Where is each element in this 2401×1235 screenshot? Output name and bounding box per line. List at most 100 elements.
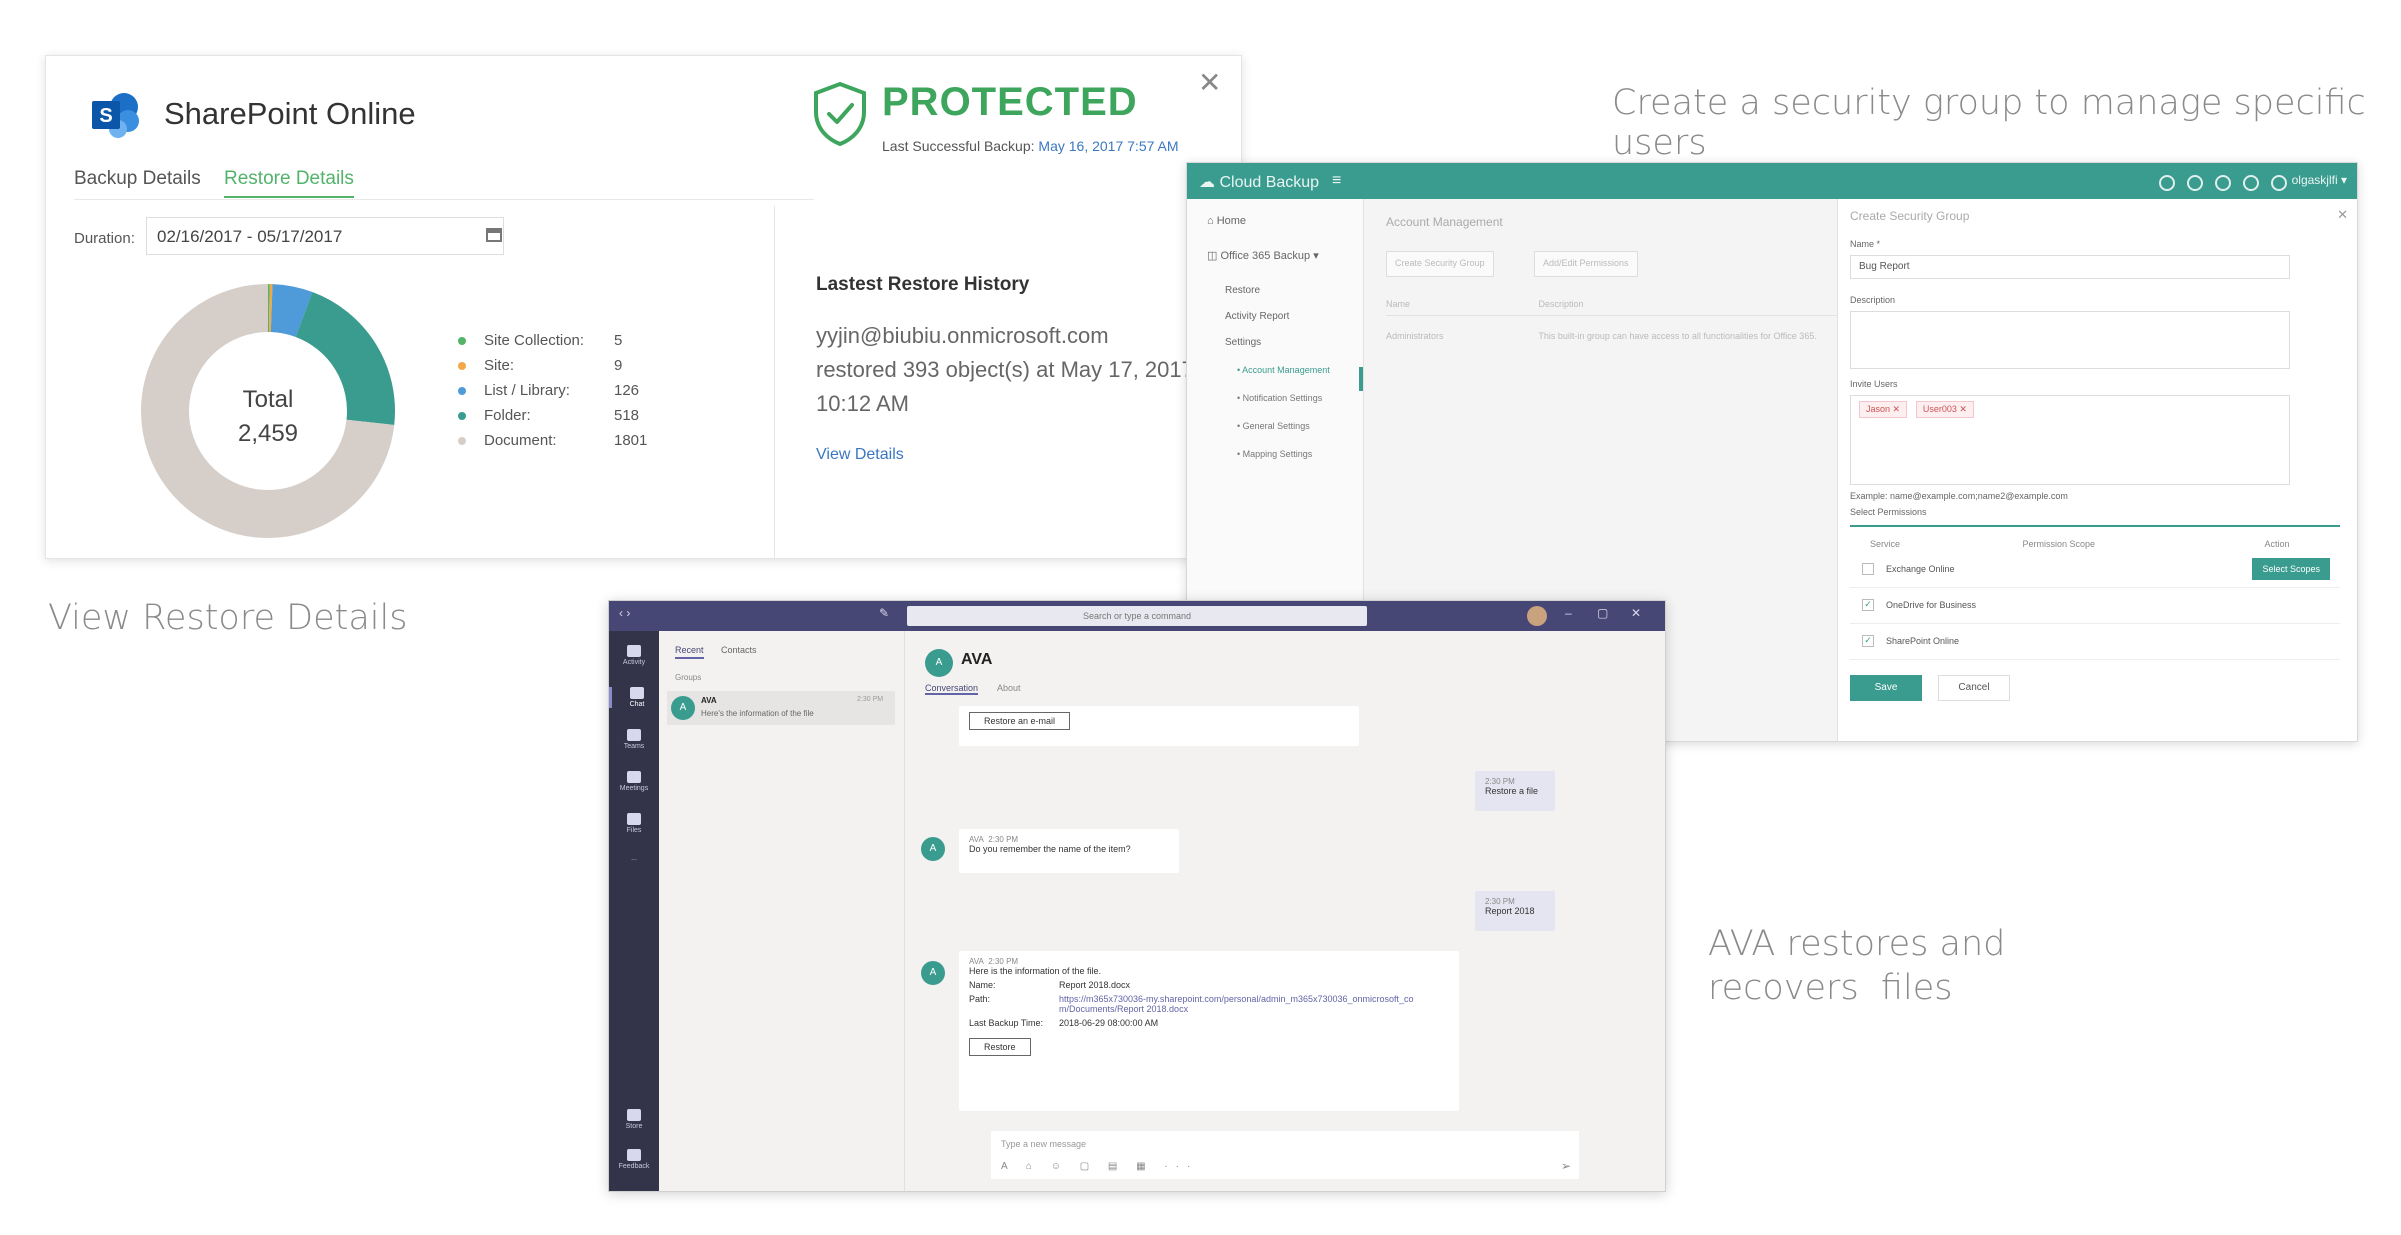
svg-text:S: S bbox=[99, 105, 112, 127]
create-group-button[interactable]: Create Security Group bbox=[1386, 251, 1494, 277]
invite-label: Invite Users bbox=[1850, 379, 1898, 389]
maximize-icon[interactable]: ▢ bbox=[1597, 606, 1608, 620]
brand[interactable]: ☁ Cloud Backup bbox=[1199, 172, 1319, 192]
message-text: Do you remember the name of the item? bbox=[969, 844, 1131, 854]
close-icon[interactable]: ✕ bbox=[2337, 207, 2348, 223]
tab-contacts[interactable]: Contacts bbox=[721, 645, 757, 655]
sidebar-item-settings[interactable]: Settings bbox=[1225, 337, 1261, 348]
rail-more[interactable]: ... bbox=[609, 855, 659, 862]
description-label: Description bbox=[1850, 295, 1896, 305]
info-key: Last Backup Time: bbox=[969, 1018, 1044, 1028]
tab-recent[interactable]: Recent bbox=[675, 645, 704, 659]
send-icon[interactable]: ➢ bbox=[1561, 1159, 1571, 1173]
rail-activity[interactable]: Activity bbox=[609, 645, 659, 666]
description-input[interactable] bbox=[1850, 311, 2290, 369]
bell-icon[interactable] bbox=[2243, 175, 2259, 191]
grid-icon[interactable] bbox=[2159, 175, 2175, 191]
duration-label: Duration: bbox=[74, 230, 135, 247]
info-key: Name: bbox=[969, 980, 996, 990]
gear-icon[interactable] bbox=[2187, 175, 2203, 191]
info-value: Report 2018.docx bbox=[1059, 980, 1131, 990]
tab-backup-details[interactable]: Backup Details bbox=[74, 168, 201, 196]
back-forward-icon[interactable]: ‹ › bbox=[619, 606, 630, 620]
user-chip[interactable]: User003 ✕ bbox=[1915, 401, 1974, 418]
sidebar-item-account-management[interactable]: • Account Management bbox=[1237, 365, 1330, 375]
compose-box[interactable]: Type a new message A ⌂ ☺ ▢ ▤ ▦ ··· ➢ bbox=[991, 1131, 1579, 1179]
cancel-button[interactable]: Cancel bbox=[1938, 675, 2010, 701]
last-backup: Last Successful Backup: May 16, 2017 7:5… bbox=[882, 138, 1179, 154]
column-service: Service bbox=[1870, 539, 1901, 549]
column-description: Description bbox=[1538, 299, 1584, 309]
avatar: A bbox=[925, 649, 953, 677]
rail-label: Meetings bbox=[619, 785, 649, 792]
legend-label: Site: bbox=[484, 357, 515, 374]
legend-row: Document: 1801 bbox=[458, 428, 674, 453]
donut-legend: Site Collection: 5 Site: 9 List / Librar… bbox=[458, 328, 674, 453]
compose-icon[interactable]: ✎ bbox=[879, 606, 889, 620]
list-item[interactable]: A AVA Here's the information of the file… bbox=[667, 691, 895, 725]
sidebar-item-restore[interactable]: Restore bbox=[1225, 285, 1260, 296]
message-time: 2:30 PM bbox=[1485, 897, 1515, 906]
legend-value: 518 bbox=[614, 407, 640, 424]
menu-icon[interactable]: ≡ bbox=[1332, 172, 1341, 190]
globe-icon[interactable] bbox=[2271, 175, 2287, 191]
message-bubble: Restore an e-mail bbox=[959, 706, 1359, 746]
user-chip[interactable]: Jason ✕ bbox=[1859, 401, 1908, 418]
donut-total-label: Total bbox=[243, 386, 294, 413]
legend-label: Folder: bbox=[484, 407, 531, 424]
help-icon[interactable] bbox=[2215, 175, 2231, 191]
view-details-link[interactable]: View Details bbox=[816, 446, 904, 464]
message-input[interactable]: Type a new message bbox=[1001, 1139, 1086, 1149]
conversation-header: A AVA Conversation About bbox=[905, 631, 1665, 701]
group-header: Groups bbox=[675, 673, 702, 682]
caption-ava-line2: recovers files bbox=[1708, 968, 1953, 1008]
example-hint: Example: name@example.com;name2@example.… bbox=[1850, 491, 2068, 501]
search-input[interactable]: Search or type a command bbox=[907, 606, 1367, 626]
rail-feedback[interactable]: Feedback bbox=[609, 1149, 659, 1170]
rail-files[interactable]: Files bbox=[609, 813, 659, 834]
info-value[interactable]: https://m365x730036-my.sharepoint.com/pe… bbox=[1059, 994, 1419, 1014]
rail-chat[interactable]: Chat bbox=[609, 687, 662, 708]
legend-dot bbox=[458, 411, 466, 420]
select-scopes-button[interactable]: Select Scopes bbox=[2252, 558, 2330, 580]
legend-dot bbox=[458, 361, 466, 370]
group-name-input[interactable]: Bug Report bbox=[1850, 255, 2290, 279]
sidebar-item-home[interactable]: ⌂ Home bbox=[1207, 215, 1246, 227]
shield-check-icon bbox=[814, 81, 866, 147]
edit-permissions-button[interactable]: Add/Edit Permissions bbox=[1534, 251, 1638, 277]
duration-picker[interactable]: 02/16/2017 - 05/17/2017 bbox=[146, 217, 504, 255]
rail-meetings[interactable]: Meetings bbox=[609, 771, 659, 792]
close-icon[interactable]: ✕ bbox=[1198, 66, 1221, 99]
restore-history-email: yyjin@biubiu.onmicrosoft.com bbox=[816, 323, 1109, 348]
rail-teams[interactable]: Teams bbox=[609, 729, 659, 750]
teams-window: ‹ › ✎ Search or type a command – ▢ ✕ Act… bbox=[608, 600, 1666, 1192]
message-author: AVA bbox=[969, 835, 984, 844]
chat-name: AVA bbox=[701, 696, 717, 705]
minimize-icon[interactable]: – bbox=[1565, 606, 1572, 620]
format-toolbar-icons[interactable]: A ⌂ ☺ ▢ ▤ ▦ ··· bbox=[1001, 1161, 1198, 1172]
checkbox-checked[interactable]: ✓ bbox=[1862, 599, 1874, 611]
tab-conversation[interactable]: Conversation bbox=[925, 683, 979, 695]
restore-button[interactable]: Restore bbox=[969, 1038, 1031, 1056]
caption-security: Create a security group to manage specif… bbox=[1612, 83, 2366, 163]
restore-email-button[interactable]: Restore an e-mail bbox=[969, 712, 1071, 730]
tab-about[interactable]: About bbox=[997, 683, 1021, 693]
invite-users-input[interactable]: Jason ✕ User003 ✕ bbox=[1850, 395, 2290, 485]
tab-restore-details[interactable]: Restore Details bbox=[224, 168, 354, 198]
close-icon[interactable]: ✕ bbox=[1631, 606, 1641, 620]
sidebar-item-notification[interactable]: • Notification Settings bbox=[1237, 393, 1322, 403]
save-button[interactable]: Save bbox=[1850, 675, 1922, 701]
user-menu[interactable]: olgaskjlfi ▾ bbox=[2292, 173, 2347, 187]
sidebar-item-activity[interactable]: Activity Report bbox=[1225, 311, 1289, 322]
rail-store[interactable]: Store bbox=[609, 1109, 659, 1130]
calendar-icon[interactable] bbox=[486, 228, 502, 242]
sidebar-item-mapping[interactable]: • Mapping Settings bbox=[1237, 449, 1312, 459]
checkbox[interactable] bbox=[1862, 563, 1874, 575]
conversation-title: AVA bbox=[961, 651, 993, 668]
message-bubble: AVA 2:30 PM Here is the information of t… bbox=[959, 951, 1459, 1111]
checkbox-checked[interactable]: ✓ bbox=[1862, 635, 1874, 647]
sidebar-item-office365[interactable]: ◫ Office 365 Backup ▾ bbox=[1207, 249, 1319, 262]
legend-value: 1801 bbox=[614, 432, 648, 449]
avatar[interactable] bbox=[1527, 606, 1547, 626]
sidebar-item-general[interactable]: • General Settings bbox=[1237, 421, 1310, 431]
